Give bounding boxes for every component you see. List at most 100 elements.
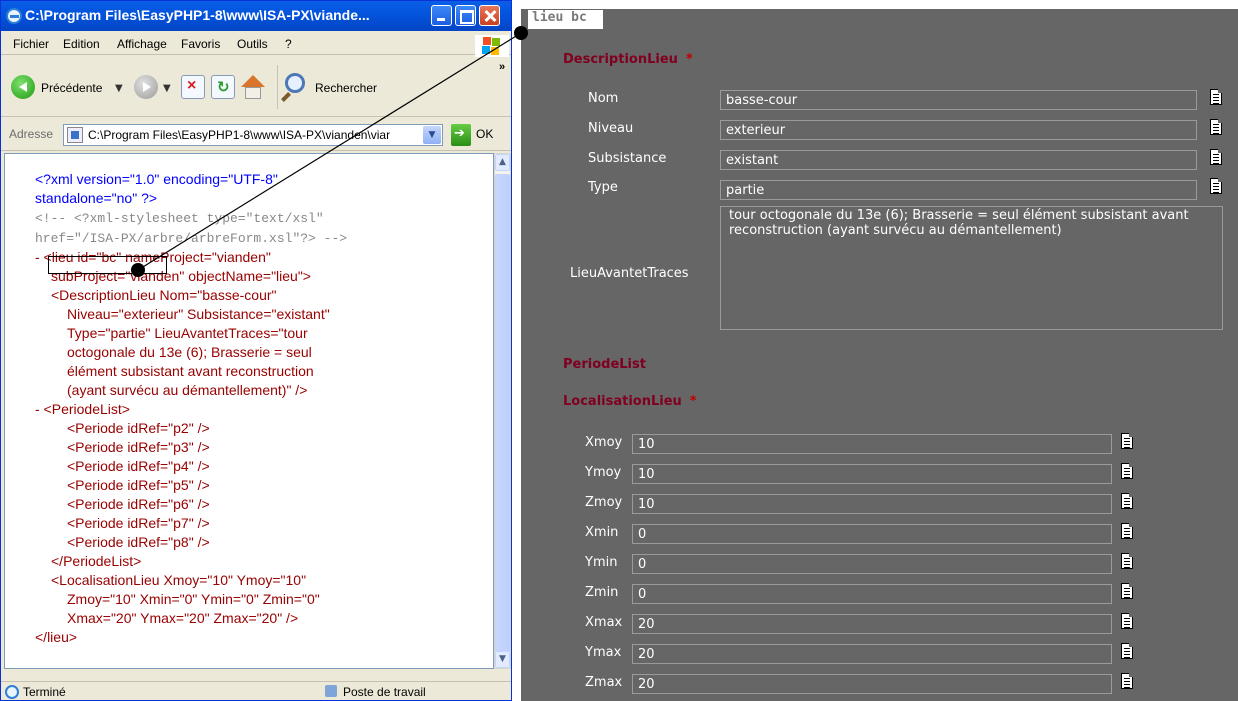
close-button[interactable] <box>479 5 500 26</box>
address-dropdown-icon[interactable]: ▼ <box>423 126 441 144</box>
section-localisation-lieu: LocalisationLieu * <box>563 394 697 409</box>
xml-line-text: (ayant survécu au démantellement)" /> <box>67 382 308 398</box>
xml-line-text: Zmoy="10" Xmin="0" Ymin="0" Zmin="0" <box>67 591 320 607</box>
xml-line: href="/ISA-PX/arbre/arbreForm.xsl"?> --> <box>15 228 485 248</box>
loc-field-label: Xmoy <box>585 435 623 450</box>
loc-field-input[interactable]: 0 <box>632 554 1112 574</box>
menu-favoris[interactable]: Favoris <box>181 37 220 51</box>
xml-line-text: Xmax="20" Ymax="20" Zmax="20" /> <box>67 610 299 626</box>
xml-source: <?xml version="1.0" encoding="UTF-8" stan… <box>15 170 485 647</box>
xml-line-text: <Periode idRef="p2" /> <box>67 420 210 436</box>
menu-outils[interactable]: Outils <box>237 37 268 51</box>
document-icon[interactable] <box>1121 643 1133 659</box>
xml-line: octogonale du 13e (6); Brasserie = seul <box>15 343 485 362</box>
loc-field-input[interactable]: 0 <box>632 584 1112 604</box>
loc-field-input[interactable]: 20 <box>632 674 1112 694</box>
xml-line-text: href="/ISA-PX/arbre/arbreForm.xsl"?> --> <box>35 231 348 246</box>
section-description-title: DescriptionLieu <box>563 52 678 67</box>
browser-window: C:\Program Files\EasyPHP1-8\www\ISA-PX\v… <box>0 0 512 701</box>
xml-line-text: octogonale du 13e (6); Brasserie = seul <box>67 344 312 360</box>
xml-line: </lieu> <box>15 628 485 647</box>
scroll-down-button[interactable]: ▼ <box>495 651 510 668</box>
document-icon[interactable] <box>1121 553 1133 569</box>
document-icon[interactable] <box>1210 119 1222 135</box>
address-input[interactable]: C:\Program Files\EasyPHP1-8\www\ISA-PX\v… <box>63 124 443 146</box>
xml-line: <Periode idRef="p4" /> <box>15 457 485 476</box>
xml-line: standalone="no" ?> <box>15 189 485 208</box>
loc-field-label: Xmin <box>585 525 619 540</box>
loc-field-input[interactable]: 10 <box>632 494 1112 514</box>
maximize-button[interactable] <box>455 5 476 26</box>
document-icon[interactable] <box>1210 89 1222 105</box>
status-bar: Terminé Poste de travail <box>1 681 511 701</box>
field-input-nom[interactable]: basse-cour <box>720 90 1197 110</box>
minimize-button[interactable] <box>431 5 452 26</box>
highlight-box <box>48 256 167 274</box>
search-icon[interactable] <box>285 73 305 93</box>
document-icon[interactable] <box>1121 613 1133 629</box>
loc-field-input[interactable]: 20 <box>632 614 1112 634</box>
back-button[interactable]: Précédente <box>41 81 102 113</box>
back-dropdown-icon[interactable]: ▼ <box>115 83 123 94</box>
document-icon[interactable] <box>1121 673 1133 689</box>
field-label-traces: LieuAvantetTraces <box>570 266 689 281</box>
xml-line-text: - <PeriodeList> <box>35 401 130 417</box>
search-button[interactable]: Rechercher <box>315 81 377 113</box>
xml-line-text: </lieu> <box>35 629 78 645</box>
document-icon[interactable] <box>1210 178 1222 194</box>
document-icon[interactable] <box>1121 523 1133 539</box>
loc-field-input[interactable]: 10 <box>632 434 1112 454</box>
title-bar[interactable]: C:\Program Files\EasyPHP1-8\www\ISA-PX\v… <box>1 1 511 31</box>
xml-line: <Periode idRef="p2" /> <box>15 419 485 438</box>
document-icon[interactable] <box>1121 433 1133 449</box>
field-input-subsistance[interactable]: existant <box>720 150 1197 170</box>
go-arrow-icon[interactable] <box>451 124 471 146</box>
field-input-niveau[interactable]: exterieur <box>720 120 1197 140</box>
stop-icon[interactable]: × <box>181 75 205 99</box>
document-icon[interactable] <box>1210 149 1222 165</box>
scroll-thumb[interactable] <box>495 174 510 652</box>
loc-field-input[interactable]: 10 <box>632 464 1112 484</box>
loc-field-input[interactable]: 20 <box>632 644 1112 664</box>
refresh-icon[interactable]: ↻ <box>211 75 235 99</box>
menu-edition[interactable]: Edition <box>63 37 100 51</box>
field-label-subsistance: Subsistance <box>588 151 667 166</box>
required-star: * <box>689 394 697 409</box>
xml-line: Type="partie" LieuAvantetTraces="tour <box>15 324 485 343</box>
document-icon[interactable] <box>1121 463 1133 479</box>
home-icon[interactable] <box>241 75 265 99</box>
loc-field-input[interactable]: 0 <box>632 524 1112 544</box>
document-icon[interactable] <box>1121 493 1133 509</box>
forward-dropdown-icon[interactable]: ▼ <box>163 83 171 94</box>
required-star: * <box>685 52 693 67</box>
field-textarea-traces[interactable]: tour octogonale du 13e (6); Brasserie = … <box>720 206 1223 330</box>
field-label-nom: Nom <box>588 91 619 106</box>
document-icon[interactable] <box>1121 583 1133 599</box>
loc-field-label: Zmax <box>585 675 623 690</box>
scroll-up-button[interactable]: ▲ <box>495 154 510 171</box>
menu-fichier[interactable]: Fichier <box>13 37 49 51</box>
xml-line: élément subsistant avant reconstruction <box>15 362 485 381</box>
xml-line-text: élément subsistant avant reconstruction <box>67 363 314 379</box>
field-label-type: Type <box>588 180 618 195</box>
xml-line-text: <Periode idRef="p7" /> <box>67 515 210 531</box>
loc-field-label: Zmoy <box>585 495 623 510</box>
menu-help[interactable]: ? <box>285 37 292 51</box>
toolbar-more-button[interactable]: » <box>499 61 505 73</box>
loc-field-label: Xmax <box>585 615 623 630</box>
go-button[interactable]: OK <box>476 127 493 141</box>
xml-line-text: <LocalisationLieu Xmoy="10" Ymoy="10" <box>51 572 307 588</box>
address-value: C:\Program Files\EasyPHP1-8\www\ISA-PX\v… <box>88 128 391 142</box>
computer-zone-icon <box>325 685 337 697</box>
vertical-scrollbar[interactable]: ▲ ▼ <box>494 153 511 669</box>
forward-arrow-icon[interactable] <box>134 75 158 99</box>
menu-bar: Fichier Edition Affichage Favoris Outils… <box>1 33 511 57</box>
xml-line: Xmax="20" Ymax="20" Zmax="20" /> <box>15 609 485 628</box>
form-tab-label[interactable]: lieu bc <box>527 9 604 30</box>
loc-field-label: Ymax <box>585 645 622 660</box>
xml-line: <Periode idRef="p5" /> <box>15 476 485 495</box>
field-input-type[interactable]: partie <box>720 180 1197 200</box>
loc-field-label: Ymoy <box>585 465 622 480</box>
menu-affichage[interactable]: Affichage <box>117 37 167 51</box>
back-arrow-icon[interactable] <box>11 75 35 99</box>
